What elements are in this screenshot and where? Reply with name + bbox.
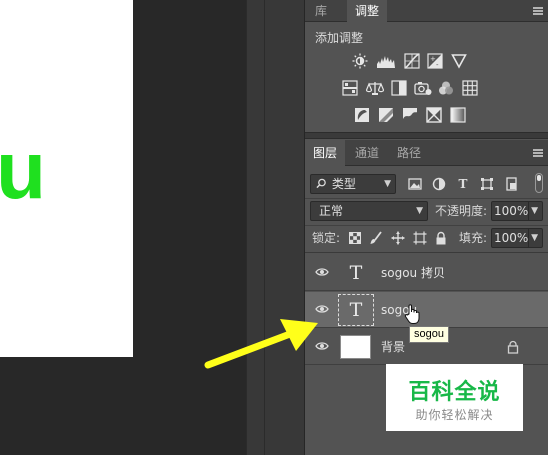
filter-pixel-icon[interactable] (408, 177, 422, 191)
lock-label: 锁定: (312, 231, 341, 245)
lock-all-icon[interactable] (434, 231, 448, 245)
watermark-subtitle: 助你轻松解决 (415, 408, 494, 422)
canvas-area[interactable]: u (0, 0, 246, 455)
color-balance-icon[interactable] (366, 80, 384, 96)
chevron-down-icon: ▼ (384, 179, 391, 189)
exposure-icon[interactable]: + - (427, 53, 443, 69)
fill-input[interactable]: 100% ▼ (491, 228, 543, 248)
opacity-label: 不透明度: (435, 204, 488, 218)
layer-row-selected[interactable]: T sogou (305, 292, 548, 328)
tab-adjustments[interactable]: 调整 (347, 0, 387, 23)
lock-artboard-icon[interactable] (413, 231, 427, 245)
eye-icon[interactable] (315, 265, 329, 279)
fill-label: 填充: (459, 231, 488, 245)
background-layer-thumbnail (340, 335, 371, 359)
filter-smart-object-icon[interactable] (505, 177, 519, 191)
dock-strip-collapsed (246, 0, 264, 455)
separator (305, 252, 548, 253)
channel-mixer-icon[interactable] (438, 80, 454, 96)
chevron-down-icon[interactable]: ▼ (528, 202, 538, 220)
selective-color-icon[interactable] (426, 107, 442, 123)
color-lookup-icon[interactable] (462, 80, 478, 96)
watermark-logo: 百科全说 助你轻松解决 (386, 364, 523, 431)
eye-icon[interactable] (315, 302, 329, 316)
text-layer-thumbnail: T (349, 262, 363, 284)
filter-kind-value: 类型 (331, 177, 356, 191)
layer-name[interactable]: sogou 拷贝 (381, 255, 445, 291)
separator (305, 198, 548, 199)
vibrance-icon[interactable] (451, 53, 467, 69)
brightness-contrast-icon[interactable] (352, 53, 368, 69)
tab-layers[interactable]: 图层 (305, 140, 345, 167)
panel-divider (305, 132, 548, 139)
tab-channels[interactable]: 通道 (349, 140, 385, 162)
threshold-icon[interactable] (402, 107, 418, 123)
layers-tabbar: 图层 通道 路径 (305, 140, 548, 167)
fill-value: 100% (494, 231, 529, 245)
black-white-icon[interactable] (391, 80, 407, 96)
tab-paths[interactable]: 路径 (391, 140, 427, 162)
blend-mode-select[interactable]: 正常 ▼ (310, 201, 428, 221)
photo-filter-icon[interactable] (414, 80, 432, 96)
adjustments-tabbar: 库 调整 (305, 0, 548, 23)
text-layer-thumbnail: T (338, 294, 374, 326)
annotation-arrow (200, 315, 330, 375)
layers-panel-menu-icon[interactable] (533, 149, 543, 157)
lock-transparent-icon[interactable] (348, 231, 362, 245)
dock-strip-icons (264, 0, 304, 455)
watermark-title: 百科全说 (408, 380, 501, 405)
lock-image-icon[interactable] (369, 231, 383, 245)
layer-row[interactable]: T sogou 拷贝 (305, 255, 548, 291)
search-icon (316, 175, 328, 193)
layer-name[interactable]: 背景 (381, 329, 405, 365)
opacity-input[interactable]: 100% ▼ (491, 201, 543, 221)
lock-position-icon[interactable] (391, 231, 405, 245)
separator (305, 225, 548, 226)
filter-toggle[interactable] (535, 173, 543, 193)
chevron-down-icon[interactable]: ▼ (528, 229, 538, 247)
filter-shape-icon[interactable] (480, 177, 494, 191)
lock-icon[interactable] (507, 340, 519, 354)
opacity-value: 100% (494, 204, 529, 218)
chevron-down-icon: ▼ (416, 206, 423, 216)
invert-icon[interactable] (354, 107, 370, 123)
filter-type-icon[interactable]: T (456, 177, 470, 191)
tooltip: sogou (409, 326, 449, 343)
curves-icon[interactable] (404, 53, 420, 69)
posterize-icon[interactable] (378, 107, 394, 123)
hue-saturation-icon[interactable] (342, 80, 358, 96)
hand-cursor-icon (404, 303, 422, 325)
panel-menu-icon[interactable] (533, 7, 543, 15)
adjustments-title: 添加调整 (315, 31, 364, 45)
filter-adjustment-icon[interactable] (432, 177, 446, 191)
canvas-text: u (0, 125, 46, 216)
blend-mode-value: 正常 (319, 204, 344, 218)
filter-kind-select[interactable]: 类型 ▼ (310, 174, 396, 194)
tab-library[interactable]: 库 (305, 0, 337, 22)
levels-icon[interactable] (376, 53, 396, 69)
gradient-map-icon[interactable] (450, 107, 466, 123)
document-canvas[interactable]: u (0, 0, 133, 357)
